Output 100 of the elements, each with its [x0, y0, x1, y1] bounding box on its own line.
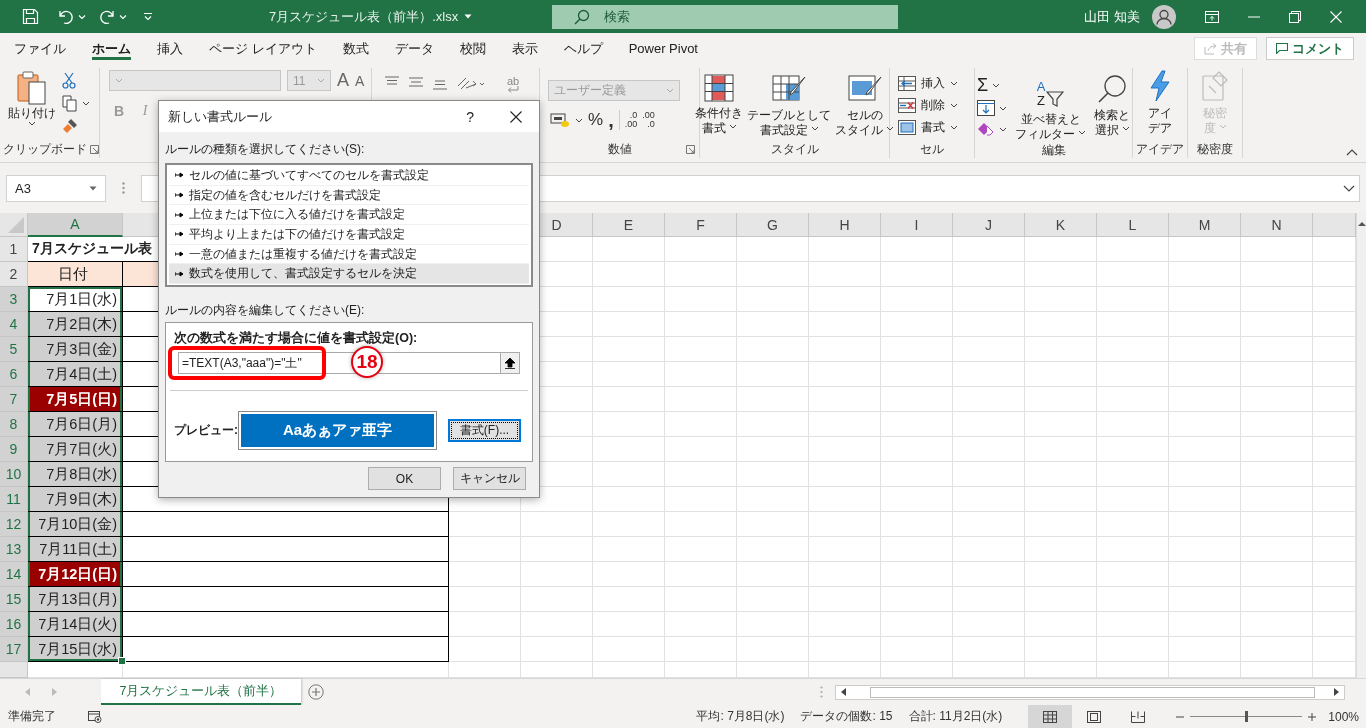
align-top-icon[interactable]: [384, 76, 400, 88]
paste-button[interactable]: 貼り付け: [8, 70, 56, 126]
caret-icon[interactable]: [464, 14, 473, 19]
help-button[interactable]: ?: [466, 108, 474, 125]
vertical-scrollbar[interactable]: [1356, 213, 1366, 678]
table-cell[interactable]: [123, 587, 449, 612]
avatar-icon[interactable]: [1151, 4, 1176, 29]
more-icon[interactable]: [820, 686, 823, 698]
cellstyle-button[interactable]: セルの スタイル: [835, 74, 894, 138]
chevron-down-icon[interactable]: [999, 126, 1007, 132]
rule-type-item[interactable]: 平均より上または下の値だけを書式設定: [169, 225, 529, 245]
row-header[interactable]: 14: [0, 562, 28, 587]
table-cell[interactable]: 7月8日(水): [28, 462, 123, 487]
align-middle-icon[interactable]: [408, 76, 424, 88]
redo-icon[interactable]: [98, 8, 116, 25]
dialog-launcher-icon[interactable]: [686, 145, 695, 154]
table-cell[interactable]: 7月3日(金): [28, 337, 123, 362]
row-header[interactable]: 3: [0, 287, 28, 312]
next-sheet-icon[interactable]: [52, 688, 57, 696]
row-header[interactable]: 17: [0, 637, 28, 662]
sheet-tab[interactable]: 7月スケジュール表（前半）: [101, 679, 301, 705]
table-button[interactable]: テーブルとして 書式設定: [747, 74, 831, 138]
sort-filter-button[interactable]: A Z 並べ替えと フィルター: [1015, 74, 1086, 142]
more-icon[interactable]: [122, 182, 125, 194]
minimize-icon[interactable]: [1247, 15, 1260, 18]
ideas-button[interactable]: アイ デア: [1148, 70, 1172, 136]
autosum-button[interactable]: Σ: [977, 76, 1001, 94]
row-header[interactable]: 10: [0, 462, 28, 487]
chevron-down-icon[interactable]: [82, 101, 90, 106]
table-cell[interactable]: 7月15日(水): [28, 637, 123, 662]
table-cell[interactable]: 7月12日(日): [28, 562, 123, 587]
name-box[interactable]: A3: [6, 174, 106, 202]
column-header[interactable]: [1313, 213, 1356, 237]
ribbon-tab[interactable]: Power Pivot: [615, 33, 711, 64]
table-cell[interactable]: 7月9日(木): [28, 487, 123, 512]
ok-button[interactable]: OK: [368, 467, 441, 490]
format-button[interactable]: 書式(F)...: [448, 419, 521, 442]
column-header[interactable]: N: [1241, 213, 1313, 237]
comment-button[interactable]: コメント: [1266, 37, 1354, 60]
row-header[interactable]: 11: [0, 487, 28, 512]
horizontal-scrollbar[interactable]: [835, 684, 1345, 700]
increase-decimal-button[interactable]: .0 .00: [624, 111, 638, 129]
column-header[interactable]: M: [1169, 213, 1241, 237]
save-icon[interactable]: [22, 8, 39, 25]
column-header[interactable]: L: [1097, 213, 1169, 237]
accounting-format-icon[interactable]: [550, 112, 570, 128]
collapse-ribbon-icon[interactable]: [1346, 149, 1358, 156]
dialog-launcher-icon[interactable]: [90, 145, 99, 154]
chevron-down-icon[interactable]: [575, 117, 583, 123]
ribbon-tab[interactable]: ファイル: [1, 33, 79, 64]
row-header[interactable]: 5: [0, 337, 28, 362]
ribbon-tab[interactable]: 校閲: [446, 33, 499, 64]
collapse-dialog-button[interactable]: [500, 352, 520, 374]
copy-icon[interactable]: [62, 95, 78, 112]
ribbon-tab[interactable]: 表示: [498, 33, 551, 64]
table-cell[interactable]: 7月6日(月): [28, 412, 123, 437]
row-header[interactable]: 8: [0, 412, 28, 437]
ribbon-tab[interactable]: 挿入: [144, 33, 196, 64]
ribbon-tab[interactable]: ページ レイアウト: [196, 33, 330, 64]
normal-view-button[interactable]: [1028, 705, 1073, 728]
add-sheet-icon[interactable]: [308, 684, 324, 700]
table-cell[interactable]: 7月5日(日): [28, 387, 123, 412]
table-cell[interactable]: 7月2日(木): [28, 312, 123, 337]
text-orientation-icon[interactable]: [456, 76, 486, 92]
row-header[interactable]: 1: [0, 237, 28, 262]
table-cell[interactable]: 7月7日(火): [28, 437, 123, 462]
scroll-thumb[interactable]: [869, 686, 1315, 698]
column-header[interactable]: H: [809, 213, 881, 237]
row-header[interactable]: 9: [0, 437, 28, 462]
chevron-down-icon[interactable]: [999, 105, 1007, 111]
cancel-button[interactable]: キャンセル: [453, 467, 526, 490]
eraser-icon[interactable]: [977, 122, 995, 136]
row-header[interactable]: 6: [0, 362, 28, 387]
row-header[interactable]: 13: [0, 537, 28, 562]
conditional-button[interactable]: 条件付き 書式: [695, 74, 743, 136]
previous-sheet-icon[interactable]: [25, 688, 30, 696]
row-header[interactable]: 16: [0, 612, 28, 637]
table-cell[interactable]: 7月11日(土): [28, 537, 123, 562]
column-header[interactable]: G: [737, 213, 809, 237]
table-cell[interactable]: 7月4日(土): [28, 362, 123, 387]
column-header[interactable]: E: [593, 213, 665, 237]
shrink-font-button[interactable]: A: [355, 72, 365, 89]
undo-icon[interactable]: [57, 8, 75, 25]
ribbon-tab[interactable]: 数式: [329, 33, 382, 64]
close-icon[interactable]: [510, 110, 522, 123]
decrease-decimal-button[interactable]: .00 .0: [642, 111, 655, 129]
column-header[interactable]: I: [881, 213, 953, 237]
row-header[interactable]: 12: [0, 512, 28, 537]
table-cell[interactable]: 7月10日(金): [28, 512, 123, 537]
column-header[interactable]: K: [1025, 213, 1097, 237]
table-cell[interactable]: 7月14日(火): [28, 612, 123, 637]
fill-handle[interactable]: [118, 657, 126, 665]
column-header[interactable]: A: [28, 213, 123, 237]
rule-type-item[interactable]: 指定の値を含むセルだけを書式設定: [169, 185, 529, 206]
rule-type-item[interactable]: 上位または下位に入る値だけを書式設定: [169, 205, 529, 225]
row-header[interactable]: 2: [0, 262, 28, 287]
table-cell[interactable]: [123, 562, 449, 587]
column-header[interactable]: J: [953, 213, 1025, 237]
select-all-button[interactable]: [0, 213, 28, 237]
fill-down-icon[interactable]: [977, 100, 995, 116]
